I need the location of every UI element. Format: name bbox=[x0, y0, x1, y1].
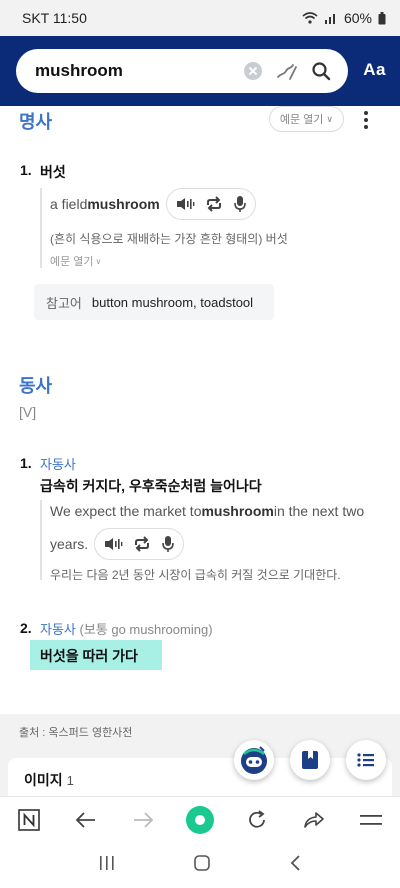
hamburger-icon bbox=[360, 814, 383, 825]
search-box bbox=[16, 49, 348, 93]
audio-controls bbox=[94, 528, 185, 560]
grammar-line: 자동사 (보통 go mushrooming) bbox=[40, 619, 213, 638]
more-options-button[interactable] bbox=[356, 109, 376, 131]
share-button[interactable] bbox=[294, 800, 334, 840]
share-arrow-icon bbox=[304, 811, 325, 828]
grammar-label: 자동사 bbox=[40, 622, 76, 637]
status-icons: 60% bbox=[302, 10, 386, 26]
search-icon bbox=[312, 62, 331, 81]
search-button[interactable] bbox=[304, 54, 338, 88]
image-count: 1 bbox=[66, 773, 74, 788]
chevron-left-icon bbox=[290, 854, 300, 871]
green-dot-button[interactable] bbox=[180, 800, 220, 840]
menu-button[interactable] bbox=[351, 800, 391, 840]
grammar-label: 자동사 bbox=[40, 457, 76, 472]
reference-label: 참고어 bbox=[46, 295, 82, 311]
sense-number: 1. bbox=[20, 455, 32, 471]
refresh-button[interactable] bbox=[237, 800, 277, 840]
audio-controls bbox=[165, 188, 256, 220]
chevron-down-icon: ∨ bbox=[95, 256, 102, 266]
microphone-icon[interactable] bbox=[233, 195, 247, 213]
image-section-header[interactable]: 이미지 1 bbox=[8, 758, 392, 798]
more-examples-link[interactable]: 예문 열기 ∨ bbox=[50, 253, 288, 269]
character-assistant-button[interactable] bbox=[234, 740, 274, 780]
system-back-button[interactable] bbox=[288, 854, 302, 877]
refresh-icon bbox=[249, 809, 266, 828]
handwriting-icon bbox=[277, 64, 297, 80]
chevron-down-icon: ∨ bbox=[326, 113, 333, 124]
sense-number: 2. bbox=[20, 620, 32, 636]
signal-icon bbox=[324, 14, 335, 24]
naver-home-button[interactable] bbox=[9, 800, 49, 840]
mascot-icon bbox=[241, 746, 267, 774]
reference-words[interactable]: button mushroom, toadstool bbox=[92, 295, 253, 310]
home-icon bbox=[194, 854, 210, 871]
sense-number: 1. bbox=[20, 162, 32, 178]
search-header: Aa bbox=[0, 36, 400, 106]
example-toggle-button[interactable]: 예문 열기 ∨ bbox=[268, 106, 344, 132]
reference-box: 참고어 button mushroom, toadstool bbox=[34, 284, 274, 320]
example-translation: (흔히 식용으로 재배하는 가장 흔한 형태의) 버섯 bbox=[50, 232, 288, 246]
handwriting-button[interactable] bbox=[270, 54, 304, 88]
sense-definition: 버섯 bbox=[40, 164, 66, 180]
sense-definition: 급속히 커지다, 우후죽순처럼 늘어나다 bbox=[40, 478, 262, 494]
system-navigation-bar bbox=[0, 842, 400, 888]
recent-apps-icon bbox=[100, 855, 114, 870]
example-toggle-label: 예문 열기 bbox=[279, 114, 324, 126]
image-section-title: 이미지 bbox=[24, 772, 63, 788]
example-translation: 우리는 다음 2년 동안 시장이 급속히 커질 것으로 기대한다. bbox=[50, 568, 341, 582]
carrier-time: SKT 11:50 bbox=[22, 10, 87, 26]
example-block: We expect the market to mushroom in the … bbox=[40, 500, 365, 582]
image-section: 이미지 1 bbox=[0, 754, 400, 798]
arrow-left-icon bbox=[75, 811, 95, 828]
clear-icon bbox=[244, 62, 262, 80]
example-block: a field mushroom (흔히 식용으로 재배하는 가장 흔한 형태의… bbox=[40, 188, 288, 268]
naver-logo-icon bbox=[17, 808, 40, 831]
wordbook-button[interactable] bbox=[290, 740, 330, 780]
verb-pattern: [V] bbox=[19, 404, 37, 420]
example-sentence-cont: years. bbox=[50, 528, 364, 560]
example-sentence: We expect the market to mushroom in the … bbox=[50, 503, 365, 519]
arrow-right-icon bbox=[133, 811, 154, 828]
browser-toolbar bbox=[0, 796, 400, 842]
speaker-icon[interactable] bbox=[175, 196, 195, 212]
green-dot-icon bbox=[185, 805, 214, 834]
example-sentence: a field mushroom bbox=[50, 188, 288, 220]
highlighted-definition: 버섯을 따러 가다 bbox=[30, 640, 162, 670]
dictionary-content: 명사 예문 열기 ∨ 1. 버섯 a field mushroom (흔히 식용… bbox=[0, 106, 400, 714]
bookmark-book-icon bbox=[302, 751, 318, 769]
font-size-button[interactable]: Aa bbox=[363, 60, 386, 80]
home-button[interactable] bbox=[193, 854, 211, 877]
repeat-icon[interactable] bbox=[133, 536, 151, 552]
pos-noun: 명사 bbox=[19, 112, 53, 132]
microphone-icon[interactable] bbox=[161, 535, 175, 553]
wifi-icon bbox=[302, 12, 318, 24]
speaker-icon[interactable] bbox=[103, 536, 123, 552]
list-icon bbox=[357, 753, 374, 767]
status-bar: SKT 11:50 60% bbox=[0, 0, 400, 36]
source-label: 출처 : 옥스퍼드 영한사전 bbox=[0, 714, 400, 754]
repeat-icon[interactable] bbox=[205, 196, 223, 212]
back-button[interactable] bbox=[66, 800, 106, 840]
pos-verb: 동사 bbox=[19, 376, 53, 396]
list-button[interactable] bbox=[346, 740, 386, 780]
battery-icon bbox=[378, 11, 386, 24]
forward-button[interactable] bbox=[123, 800, 163, 840]
usage-note: (보통 go mushrooming) bbox=[75, 622, 213, 637]
battery-percent: 60% bbox=[343, 10, 372, 26]
recent-apps-button[interactable] bbox=[98, 855, 116, 876]
clear-button[interactable] bbox=[236, 54, 270, 88]
search-input[interactable] bbox=[35, 61, 236, 81]
